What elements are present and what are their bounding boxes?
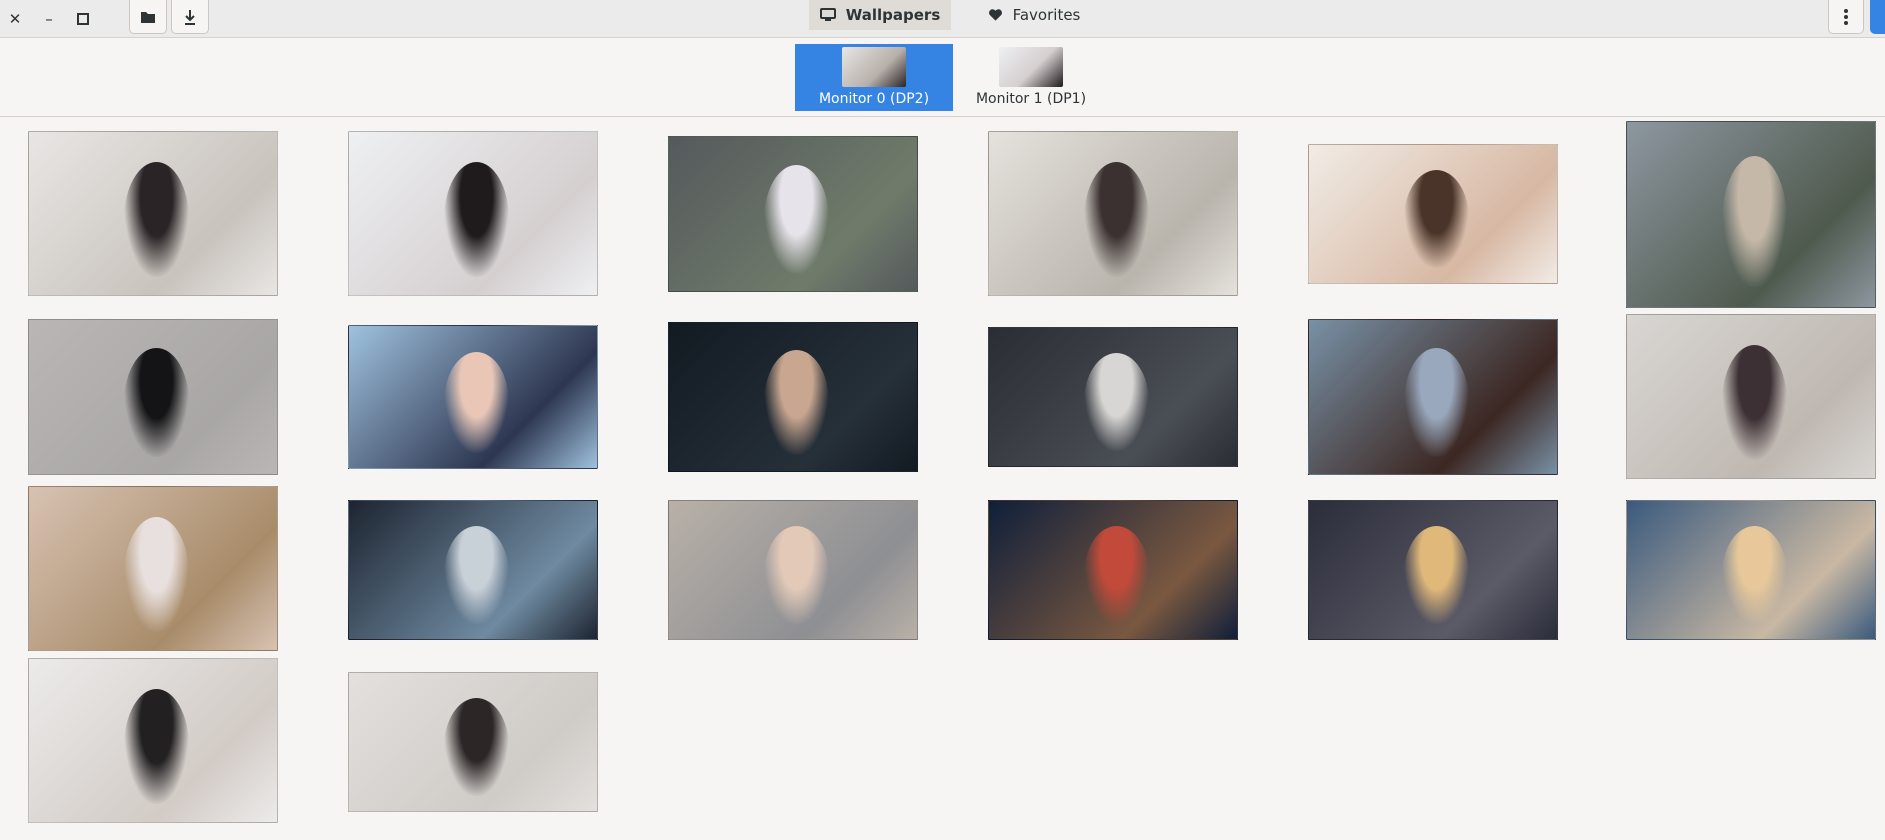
wallpaper-subject [1722,526,1787,624]
wallpaper-gallery [0,118,1885,840]
wallpaper-subject [1404,348,1469,457]
maximize-icon [77,13,89,25]
wallpaper-subject [444,352,509,453]
wallpaper-thumbnail-silver-hair-elf[interactable] [668,500,918,640]
wallpaper-subject [1404,170,1469,268]
wallpaper-thumbnail-girl-black-cap-mask[interactable] [28,319,278,475]
wallpaper-thumbnail-two-girls-gym-clothes[interactable] [28,486,278,651]
wallpaper-thumbnail-blonde-girl-feathers[interactable] [1626,500,1876,640]
minimize-icon: – [45,10,53,28]
close-icon: ✕ [8,10,22,28]
tab-wallpapers[interactable]: Wallpapers [809,0,951,30]
wallpaper-subject [124,162,189,277]
wallpaper-thumbnail-anime-girl-ruins-flowers[interactable] [668,136,918,292]
wallpaper-subject [444,526,509,624]
wallpaper-subject [764,526,829,624]
folder-icon [141,11,155,23]
wallpaper-thumbnail-girl-sitting-bed-window[interactable] [28,131,278,296]
download-icon [185,9,195,25]
monitor-1-label: Monitor 1 (DP1) [975,91,1087,107]
monitor-icon [819,8,836,21]
wallpaper-thumbnail-anime-girl-lying-armor[interactable] [348,500,598,640]
wallpaper-thumbnail-veiled-girl-bokeh[interactable] [1308,500,1558,640]
close-button[interactable]: ✕ [0,4,30,34]
wallpaper-subject [1722,156,1787,287]
monitor-0-label: Monitor 0 (DP2) [818,91,930,107]
wallpaper-subject [444,162,509,277]
monitor-0-thumbnail [842,47,906,87]
wallpaper-thumbnail-girl-hugging-pillow[interactable] [348,131,598,296]
wallpaper-thumbnail-planet-landscape[interactable] [988,500,1238,640]
monitor-1-button[interactable]: Monitor 1 (DP1) [952,44,1110,111]
menu-button[interactable] [1828,0,1864,34]
wallpaper-thumbnail-girl-braided-hair-dark[interactable] [668,322,918,472]
wallpaper-thumbnail-girl-closeup-window[interactable] [1308,144,1558,284]
wallpaper-thumbnail-girl-classroom[interactable] [988,131,1238,296]
wallpaper-subject [1084,526,1149,624]
maximize-button[interactable] [68,4,98,34]
wallpaper-thumbnail-woman-boat-lake[interactable] [1626,121,1876,308]
monitor-selector: Monitor 0 (DP2) Monitor 1 (DP1) [0,38,1885,117]
monitor-0-button[interactable]: Monitor 0 (DP2) [795,44,953,111]
minimize-button[interactable]: – [34,4,64,34]
wallpaper-subject [124,689,189,804]
open-folder-button[interactable] [129,0,167,34]
monitor-1-thumbnail [999,47,1063,87]
apply-button-edge[interactable] [1870,0,1885,34]
tab-wallpapers-label: Wallpapers [845,6,941,24]
heart-icon [988,9,1002,21]
wallpaper-subject [444,698,509,796]
tab-favorites-label: Favorites [1012,6,1081,24]
download-button[interactable] [171,0,209,34]
wallpaper-thumbnail-girl-on-sofa-dress[interactable] [1308,319,1558,475]
wallpaper-thumbnail-white-hair-warrior[interactable] [988,327,1238,467]
wallpaper-thumbnail-girl-bed-stockings[interactable] [28,658,278,823]
wallpaper-thumbnail-girl-sailor-desk[interactable] [1626,314,1876,479]
wallpaper-subject [1404,526,1469,624]
wallpaper-thumbnail-anime-short-hair-girl[interactable] [348,325,598,469]
wallpaper-thumbnail-android-sword-sketch[interactable] [348,672,598,812]
wallpaper-subject [764,165,829,274]
more-options-icon [1844,8,1848,25]
header-bar: ✕ – Wallpapers Favorites [0,0,1885,38]
wallpaper-subject [124,517,189,632]
tab-favorites[interactable]: Favorites [972,0,1096,30]
wallpaper-subject [124,348,189,457]
wallpaper-subject [1084,353,1149,451]
wallpaper-subject [764,350,829,455]
wallpaper-subject [1722,345,1787,460]
wallpaper-subject [1084,162,1149,277]
